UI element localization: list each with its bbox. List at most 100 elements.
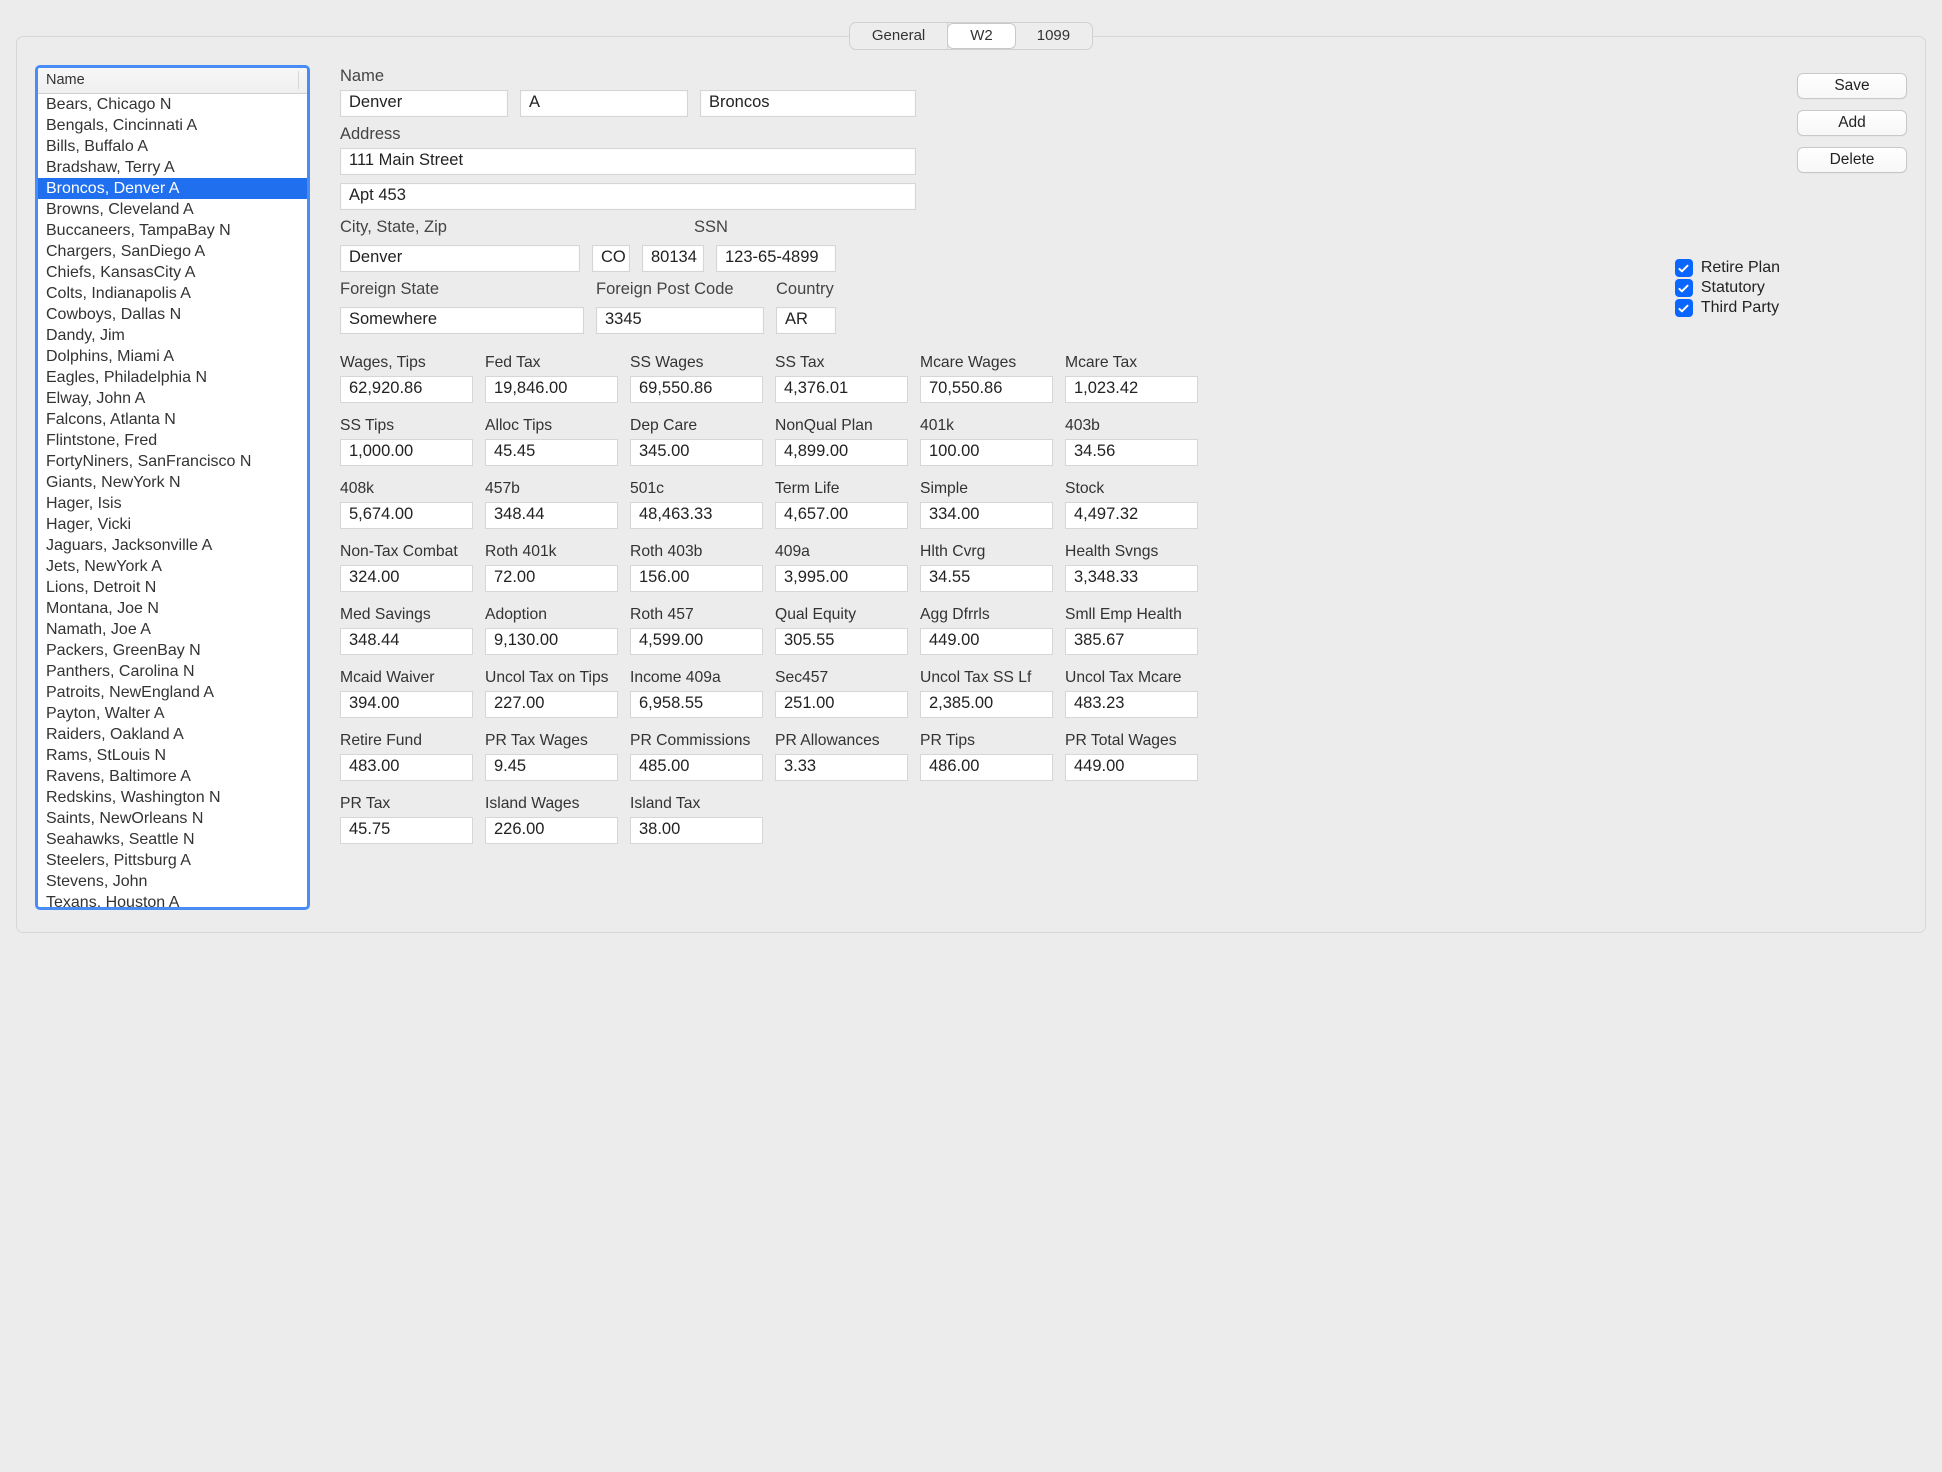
list-item[interactable]: Colts, Indianapolis A xyxy=(38,283,307,304)
add-button[interactable]: Add xyxy=(1797,110,1907,136)
list-item[interactable]: Giants, NewYork N xyxy=(38,472,307,493)
wage-field[interactable]: 3.33 xyxy=(775,754,908,781)
list-item[interactable]: Panthers, Carolina N xyxy=(38,661,307,682)
wage-field[interactable]: 1,023.42 xyxy=(1065,376,1198,403)
foreign-state-field[interactable]: Somewhere xyxy=(340,307,584,334)
wage-field[interactable]: 486.00 xyxy=(920,754,1053,781)
save-button[interactable]: Save xyxy=(1797,73,1907,99)
list-item[interactable]: Bills, Buffalo A xyxy=(38,136,307,157)
wage-field[interactable]: 385.67 xyxy=(1065,628,1198,655)
first-name-field[interactable]: Denver xyxy=(340,90,508,117)
wage-field[interactable]: 72.00 xyxy=(485,565,618,592)
list-item[interactable]: Packers, GreenBay N xyxy=(38,640,307,661)
list-item[interactable]: Payton, Walter A xyxy=(38,703,307,724)
wage-field[interactable]: 4,376.01 xyxy=(775,376,908,403)
wage-field[interactable]: 449.00 xyxy=(920,628,1053,655)
wage-field[interactable]: 305.55 xyxy=(775,628,908,655)
list-item[interactable]: Chiefs, KansasCity A xyxy=(38,262,307,283)
list-item[interactable]: Steelers, Pittsburg A xyxy=(38,850,307,871)
list-item[interactable]: Lions, Detroit N xyxy=(38,577,307,598)
wage-field[interactable]: 227.00 xyxy=(485,691,618,718)
wage-field[interactable]: 3,348.33 xyxy=(1065,565,1198,592)
list-item[interactable]: Bradshaw, Terry A xyxy=(38,157,307,178)
wage-field[interactable]: 9,130.00 xyxy=(485,628,618,655)
wage-field[interactable]: 324.00 xyxy=(340,565,473,592)
list-item[interactable]: Raiders, Oakland A xyxy=(38,724,307,745)
wage-field[interactable]: 394.00 xyxy=(340,691,473,718)
list-item[interactable]: Namath, Joe A xyxy=(38,619,307,640)
wage-field[interactable]: 45.45 xyxy=(485,439,618,466)
retire-plan-checkbox[interactable] xyxy=(1675,259,1693,277)
wage-field[interactable]: 345.00 xyxy=(630,439,763,466)
list-item[interactable]: Montana, Joe N xyxy=(38,598,307,619)
list-item[interactable]: Jaguars, Jacksonville A xyxy=(38,535,307,556)
wage-field[interactable]: 334.00 xyxy=(920,502,1053,529)
list-item[interactable]: Eagles, Philadelphia N xyxy=(38,367,307,388)
wage-field[interactable]: 4,899.00 xyxy=(775,439,908,466)
list-item[interactable]: Hager, Isis xyxy=(38,493,307,514)
zip-field[interactable]: 80134 xyxy=(642,245,704,272)
list-item[interactable]: Dolphins, Miami A xyxy=(38,346,307,367)
tab-general[interactable]: General xyxy=(850,23,948,49)
list-item[interactable]: Hager, Vicki xyxy=(38,514,307,535)
list-item[interactable]: Redskins, Washington N xyxy=(38,787,307,808)
list-item[interactable]: FortyNiners, SanFrancisco N xyxy=(38,451,307,472)
list-item[interactable]: Stevens, John xyxy=(38,871,307,892)
wage-field[interactable]: 483.23 xyxy=(1065,691,1198,718)
wage-field[interactable]: 62,920.86 xyxy=(340,376,473,403)
wage-field[interactable]: 100.00 xyxy=(920,439,1053,466)
wage-field[interactable]: 2,385.00 xyxy=(920,691,1053,718)
wage-field[interactable]: 483.00 xyxy=(340,754,473,781)
wage-field[interactable]: 156.00 xyxy=(630,565,763,592)
tab-w2[interactable]: W2 xyxy=(947,23,1016,49)
country-field[interactable]: AR xyxy=(776,307,836,334)
ssn-field[interactable]: 123-65-4899 xyxy=(716,245,836,272)
middle-name-field[interactable]: A xyxy=(520,90,688,117)
wage-field[interactable]: 9.45 xyxy=(485,754,618,781)
list-item[interactable]: Bears, Chicago N xyxy=(38,94,307,115)
third-party-checkbox[interactable] xyxy=(1675,299,1693,317)
list-item[interactable]: Saints, NewOrleans N xyxy=(38,808,307,829)
wage-field[interactable]: 70,550.86 xyxy=(920,376,1053,403)
wage-field[interactable]: 34.55 xyxy=(920,565,1053,592)
list-item[interactable]: Jets, NewYork A xyxy=(38,556,307,577)
wage-field[interactable]: 4,599.00 xyxy=(630,628,763,655)
wage-field[interactable]: 69,550.86 xyxy=(630,376,763,403)
wage-field[interactable]: 38.00 xyxy=(630,817,763,844)
wage-field[interactable]: 251.00 xyxy=(775,691,908,718)
wage-field[interactable]: 3,995.00 xyxy=(775,565,908,592)
wage-field[interactable]: 34.56 xyxy=(1065,439,1198,466)
address2-field[interactable]: Apt 453 xyxy=(340,183,916,210)
list-item[interactable]: Bengals, Cincinnati A xyxy=(38,115,307,136)
wage-field[interactable]: 4,657.00 xyxy=(775,502,908,529)
delete-button[interactable]: Delete xyxy=(1797,147,1907,173)
wage-field[interactable]: 6,958.55 xyxy=(630,691,763,718)
list-item[interactable]: Browns, Cleveland A xyxy=(38,199,307,220)
list-item[interactable]: Ravens, Baltimore A xyxy=(38,766,307,787)
wage-field[interactable]: 348.44 xyxy=(340,628,473,655)
city-field[interactable]: Denver xyxy=(340,245,580,272)
wage-field[interactable]: 19,846.00 xyxy=(485,376,618,403)
list-item[interactable]: Seahawks, Seattle N xyxy=(38,829,307,850)
foreign-post-field[interactable]: 3345 xyxy=(596,307,764,334)
state-field[interactable]: CO xyxy=(592,245,630,272)
wage-field[interactable]: 449.00 xyxy=(1065,754,1198,781)
name-list-body[interactable]: Bears, Chicago NBengals, Cincinnati ABil… xyxy=(38,94,307,907)
list-item[interactable]: Broncos, Denver A xyxy=(38,178,307,199)
wage-field[interactable]: 485.00 xyxy=(630,754,763,781)
list-item[interactable]: Cowboys, Dallas N xyxy=(38,304,307,325)
wage-field[interactable]: 1,000.00 xyxy=(340,439,473,466)
wage-field[interactable]: 45.75 xyxy=(340,817,473,844)
list-item[interactable]: Buccaneers, TampaBay N xyxy=(38,220,307,241)
list-item[interactable]: Elway, John A xyxy=(38,388,307,409)
list-item[interactable]: Falcons, Atlanta N xyxy=(38,409,307,430)
wage-field[interactable]: 4,497.32 xyxy=(1065,502,1198,529)
list-item[interactable]: Flintstone, Fred xyxy=(38,430,307,451)
address1-field[interactable]: 111 Main Street xyxy=(340,148,916,175)
last-name-field[interactable]: Broncos xyxy=(700,90,916,117)
list-item[interactable]: Rams, StLouis N xyxy=(38,745,307,766)
list-item[interactable]: Texans, Houston A xyxy=(38,892,307,907)
statutory-checkbox[interactable] xyxy=(1675,279,1693,297)
wage-field[interactable]: 348.44 xyxy=(485,502,618,529)
wage-field[interactable]: 5,674.00 xyxy=(340,502,473,529)
